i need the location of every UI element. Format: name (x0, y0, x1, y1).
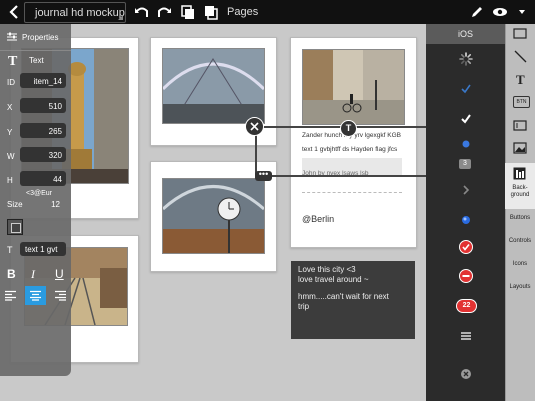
note-line: hmm.....can't wait for next (298, 292, 389, 301)
background-library-icon (513, 167, 526, 180)
width-value: 320 (48, 151, 62, 160)
text-line: text 1 gvbjhtff ds Hayden flag jfcs (302, 146, 398, 153)
station-roof-photo (162, 48, 265, 124)
layouts-tab[interactable]: Layouts (505, 284, 535, 290)
bold-button[interactable]: B (7, 267, 16, 281)
align-center-icon (30, 290, 41, 301)
street-cyclist-photo (302, 49, 405, 125)
close-icon (250, 122, 259, 131)
paste-icon[interactable] (203, 4, 219, 20)
italic-button[interactable]: I (31, 267, 35, 282)
background-tab[interactable]: Back-ground (505, 163, 535, 209)
id-value: item_14 (33, 77, 62, 86)
controls-tab[interactable]: Controls (505, 238, 535, 244)
reorder-lines-icon[interactable] (459, 329, 473, 343)
notification-badge[interactable]: 22 (456, 299, 477, 313)
pages-button[interactable]: Pages (227, 6, 258, 18)
note-line: love travel around ~ (298, 275, 369, 284)
font-value: text 1 gvt (25, 245, 58, 254)
button-tool-icon[interactable]: BTN (513, 96, 530, 108)
line-tool-icon[interactable] (514, 50, 527, 63)
note-box[interactable]: Love this city <3 love travel around ~ h… (291, 261, 415, 339)
location-text: @Berlin (302, 214, 335, 224)
color-swatch-inner (11, 223, 21, 233)
copy-icon[interactable] (180, 4, 196, 20)
textfield-tool-icon[interactable] (513, 120, 527, 131)
font-type-label: T (7, 245, 13, 255)
icons-tab[interactable]: Icons (505, 261, 535, 267)
buttons-tab[interactable]: Buttons (505, 215, 535, 221)
selection-line (255, 175, 426, 177)
close-selection-handle[interactable] (245, 117, 264, 136)
properties-panel: Properties T Text ID item_14 X 510 Y 265… (0, 24, 71, 376)
checkmark-white-icon[interactable] (459, 112, 473, 126)
text-card[interactable]: Zander hunch my yrv lgexgkf KGB text 1 g… (290, 37, 417, 248)
ios-column-header: iOS (426, 24, 505, 44)
properties-sliders-icon (7, 32, 17, 41)
size-value[interactable]: 12 (30, 200, 60, 209)
document-title: journal hd mockup (35, 7, 125, 19)
clear-circle-icon[interactable] (459, 367, 473, 381)
text-type-icon: T (8, 54, 18, 69)
element-type: Text (29, 56, 44, 65)
document-title-field[interactable]: journal hd mockup (24, 2, 126, 23)
checkmark-blue-icon[interactable] (459, 82, 473, 96)
extra-value: <3@Eur (26, 190, 52, 197)
align-center-button[interactable] (25, 286, 46, 305)
text-tool-icon[interactable]: T (516, 72, 525, 88)
color-swatch[interactable] (7, 219, 23, 235)
align-left-icon[interactable] (4, 290, 17, 301)
blue-dot-icon[interactable] (459, 137, 473, 151)
redo-icon[interactable] (156, 4, 172, 20)
id-label: ID (7, 78, 15, 87)
more-options-handle[interactable]: ••• (255, 169, 272, 181)
text-type-handle[interactable]: T (340, 120, 357, 137)
station-clock-photo (162, 178, 265, 254)
image-tool-icon[interactable] (513, 142, 527, 154)
activity-spinner-icon[interactable] (459, 52, 473, 66)
edit-pencil-icon[interactable] (469, 4, 485, 20)
divider (0, 50, 71, 51)
disclosure-chevron-icon[interactable] (459, 183, 473, 197)
panel-title: Properties (22, 33, 59, 42)
preview-eye-icon[interactable] (492, 4, 508, 20)
menu-dropdown-icon[interactable] (514, 4, 530, 20)
underline-button[interactable]: U (55, 267, 64, 281)
note-line: trip (298, 302, 310, 311)
resize-grip-icon (118, 15, 123, 20)
x-value: 510 (48, 102, 62, 111)
height-value: 44 (53, 175, 62, 184)
delete-minus-icon[interactable] (459, 269, 473, 283)
align-right-icon[interactable] (54, 290, 67, 301)
x-label: X (7, 103, 13, 112)
ellipsis-icon: ••• (258, 169, 269, 179)
red-checkmark-icon[interactable] (459, 240, 473, 254)
y-value: 265 (48, 127, 62, 136)
rectangle-tool-icon[interactable] (513, 28, 527, 39)
back-chevron-icon[interactable] (6, 4, 22, 20)
h-label: H (7, 176, 13, 185)
w-label: W (7, 152, 15, 161)
y-label: Y (7, 128, 13, 137)
text-type-icon: T (345, 123, 352, 133)
divider (302, 192, 402, 193)
top-toolbar: journal hd mockup Pages (0, 0, 535, 24)
size-label: Size (7, 200, 23, 209)
undo-icon[interactable] (134, 4, 150, 20)
detail-disclosure-icon[interactable] (459, 213, 473, 227)
count-badge[interactable]: 3 (459, 159, 471, 169)
note-line: Love this city <3 (298, 265, 356, 274)
background-tab-label: Back-ground (510, 185, 530, 198)
